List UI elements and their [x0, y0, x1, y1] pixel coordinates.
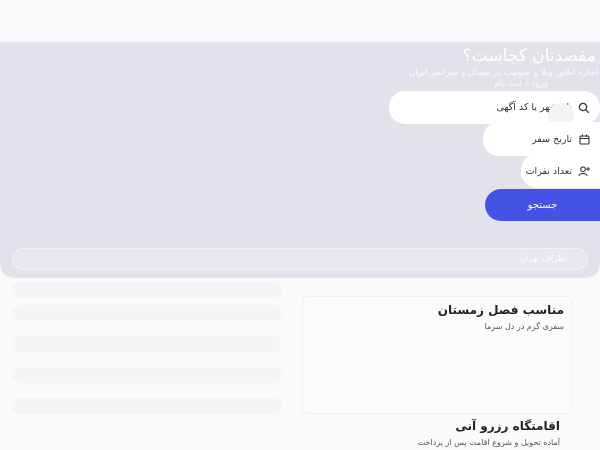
travel-date-label: تاریخ سفر [532, 133, 572, 145]
hero-subtitle: اجاره آنلاین ویلا و سوئیت در شمال و سراس… [408, 68, 598, 78]
placeholder-row [12, 305, 282, 321]
hero-banner: مقصدتان کجاست؟ اجاره آنلاین ویلا و سوئیت… [0, 42, 600, 278]
search-icon [578, 102, 590, 114]
section-title-winter: مناسب فصل زمستان [437, 303, 564, 317]
section-title-instant: اقامتگاه رزرو آنی [455, 419, 560, 433]
area-chip[interactable]: اطراف تهران [12, 248, 588, 270]
travel-date-field[interactable]: تاریخ سفر [483, 122, 600, 156]
guests-label: تعداد نفرات [525, 165, 572, 177]
guests-field[interactable]: تعداد نفرات [521, 154, 600, 188]
top-bar [0, 0, 600, 42]
login-link[interactable]: ورود / ثبت نام [494, 79, 548, 89]
placeholder-row [12, 398, 282, 414]
calendar-icon [578, 133, 590, 145]
placeholder-row [12, 367, 282, 383]
hero-title: مقصدتان کجاست؟ [462, 46, 596, 66]
placeholder-row [12, 282, 282, 298]
placeholder-row [12, 336, 282, 352]
search-button[interactable]: جستجو [485, 189, 600, 221]
section-subtitle-winter: سفری گرم در دل سرما [484, 322, 564, 331]
section-subtitle-instant: آماده تحویل و شروع اقامت پس از پرداخت [417, 438, 560, 447]
add-user-icon [578, 165, 590, 177]
